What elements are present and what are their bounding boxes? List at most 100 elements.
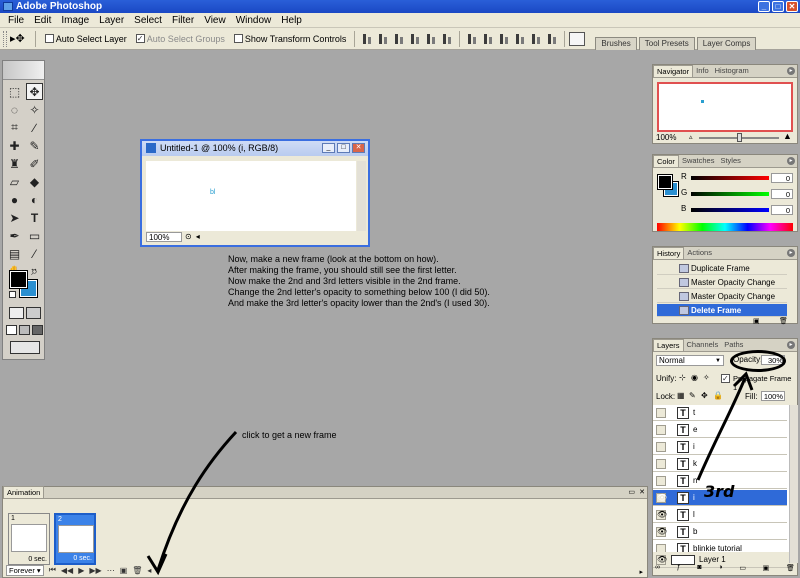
propagate-frame-checkbox[interactable] [721,374,730,383]
clone-stamp-tool-icon[interactable]: ♜ [6,155,23,172]
menu-image[interactable]: Image [57,13,95,28]
align-right-icon[interactable] [440,32,454,46]
history-new-snapshot-icon[interactable]: ▣ [753,317,760,325]
layer-row[interactable]: Tt [653,405,787,421]
new-layer-icon[interactable]: ▣ [763,564,770,574]
doc-maximize-button[interactable]: □ [337,143,350,153]
shape-tool-icon[interactable]: ▭ [26,227,43,244]
layer-row[interactable]: 👁 Tl [653,507,787,523]
doc-vertical-scrollbar[interactable] [357,161,366,231]
layer-style-icon[interactable]: ƒ [677,564,681,574]
align-left-icon[interactable] [408,32,422,46]
distribute-bottom-icon[interactable] [497,32,511,46]
play-icon[interactable]: ▶ [78,566,84,575]
slice-tool-icon[interactable]: ∕ [26,119,43,136]
align-hcenter-icon[interactable] [424,32,438,46]
anim-close-icon[interactable]: ✕ [639,488,645,496]
layer-visibility-eye-icon[interactable]: 👁 [656,493,667,503]
history-item-selected[interactable]: Delete Frame [657,304,787,317]
channel-b-value[interactable]: 0 [771,205,793,215]
next-frame-icon[interactable]: ▶▶ [89,566,101,575]
photoshop-feather-logo[interactable] [3,61,44,80]
tween-icon[interactable]: ⋯ [107,566,115,575]
maximize-button[interactable]: □ [772,1,784,12]
menu-file[interactable]: File [4,13,30,28]
well-tab-layer-comps[interactable]: Layer Comps [696,36,757,50]
history-item[interactable]: Master Opacity Change [657,276,787,289]
path-selection-tool-icon[interactable]: ➤ [6,209,23,226]
eraser-tool-icon[interactable]: ▱ [6,173,23,190]
layer-visibility-toggle[interactable] [656,459,666,469]
type-tool-icon[interactable]: T [26,209,43,226]
layers-scrollbar[interactable] [789,405,798,563]
prev-frame-icon[interactable]: ◀◀ [61,566,73,575]
new-frame-icon[interactable]: ▣ [120,566,128,575]
doc-zoom-field[interactable]: 100% [146,232,182,242]
color-spectrum-bar[interactable] [657,223,793,231]
tab-color[interactable]: Color [653,155,679,167]
status-menu-icon[interactable]: ⊙ [185,231,192,243]
menu-edit[interactable]: Edit [30,13,57,28]
menu-view[interactable]: View [200,13,232,28]
frame-delay[interactable]: 0 sec. [28,556,47,563]
minimize-button[interactable]: _ [758,1,770,12]
fill-field[interactable]: 100% [761,391,785,401]
lasso-tool-icon[interactable]: ◌ [6,101,23,118]
slider-thumb[interactable] [737,133,742,142]
panel-menu-icon[interactable]: ▸ [787,157,795,165]
distribute-right-icon[interactable] [545,32,559,46]
channel-g-slider[interactable] [691,192,769,196]
screen-mode-menubar-icon[interactable] [19,325,30,335]
layer-row[interactable]: Ti [653,439,787,455]
menu-window[interactable]: Window [232,13,278,28]
brush-tool-icon[interactable]: ✎ [26,137,43,154]
panel-menu-icon[interactable]: ▸ [787,67,795,75]
notes-tool-icon[interactable]: ▤ [6,245,23,262]
channel-b-slider[interactable] [691,208,769,212]
link-layers-icon[interactable]: ∞ [655,564,660,574]
eyedropper-tool-icon[interactable]: ⁄ [26,245,43,262]
menu-filter[interactable]: Filter [168,13,200,28]
zoom-out-icon[interactable]: ▵ [689,133,693,141]
menu-help[interactable]: Help [277,13,308,28]
history-item[interactable]: Duplicate Frame [657,262,787,275]
tab-actions[interactable]: Actions [684,247,715,259]
navigator-zoom-slider[interactable] [699,133,779,142]
tab-histogram[interactable]: Histogram [712,65,752,77]
crop-tool-icon[interactable]: ⌗ [6,119,23,136]
unify-visibility-icon[interactable]: ◉ [691,373,698,382]
tab-info[interactable]: Info [693,65,712,77]
navigator-zoom-value[interactable]: 100% [656,133,676,142]
screen-mode-full-icon[interactable] [32,325,43,335]
magic-wand-tool-icon[interactable]: ✧ [26,101,43,118]
foreground-color-swatch[interactable] [9,270,28,289]
move-tool-icon[interactable]: ✥ [26,83,43,100]
document-canvas[interactable]: bl [146,161,356,231]
unify-style-icon[interactable]: ✧ [703,373,710,382]
close-button[interactable]: ✕ [786,1,798,12]
distribute-top-icon[interactable] [465,32,479,46]
panel-menu-icon[interactable]: ▸ [787,341,795,349]
palette-well-toggle-icon[interactable] [569,31,586,46]
document-title-bar[interactable]: Untitled-1 @ 100% (i, RGB/8) _ □ ✕ [142,141,368,156]
menu-select[interactable]: Select [130,13,168,28]
layer-visibility-toggle[interactable] [656,442,666,452]
animation-frame[interactable]: 1 0 sec. [8,513,50,565]
blur-tool-icon[interactable]: ● [6,191,23,208]
layer-visibility-eye-icon[interactable]: 👁 [656,527,667,537]
panel-menu-icon[interactable]: ▸ [787,249,795,257]
adjustment-layer-icon[interactable]: ◑ [718,564,722,574]
channel-r-value[interactable]: 0 [771,173,793,183]
lock-pixels-icon[interactable]: ✎ [689,391,696,400]
well-tab-brushes[interactable]: Brushes [595,36,637,50]
loop-select[interactable]: Forever ▾ [6,564,44,576]
tab-navigator[interactable]: Navigator [653,65,694,77]
menu-layer[interactable]: Layer [95,13,130,28]
standard-mode-icon[interactable] [9,307,24,319]
channel-r-slider[interactable] [691,176,769,180]
layer-visibility-toggle[interactable] [656,476,666,486]
align-bottom-icon[interactable] [392,32,406,46]
layer-visibility-eye-icon[interactable]: 👁 [656,510,667,520]
channel-g-value[interactable]: 0 [771,189,793,199]
layer-row[interactable]: Te [653,422,787,438]
